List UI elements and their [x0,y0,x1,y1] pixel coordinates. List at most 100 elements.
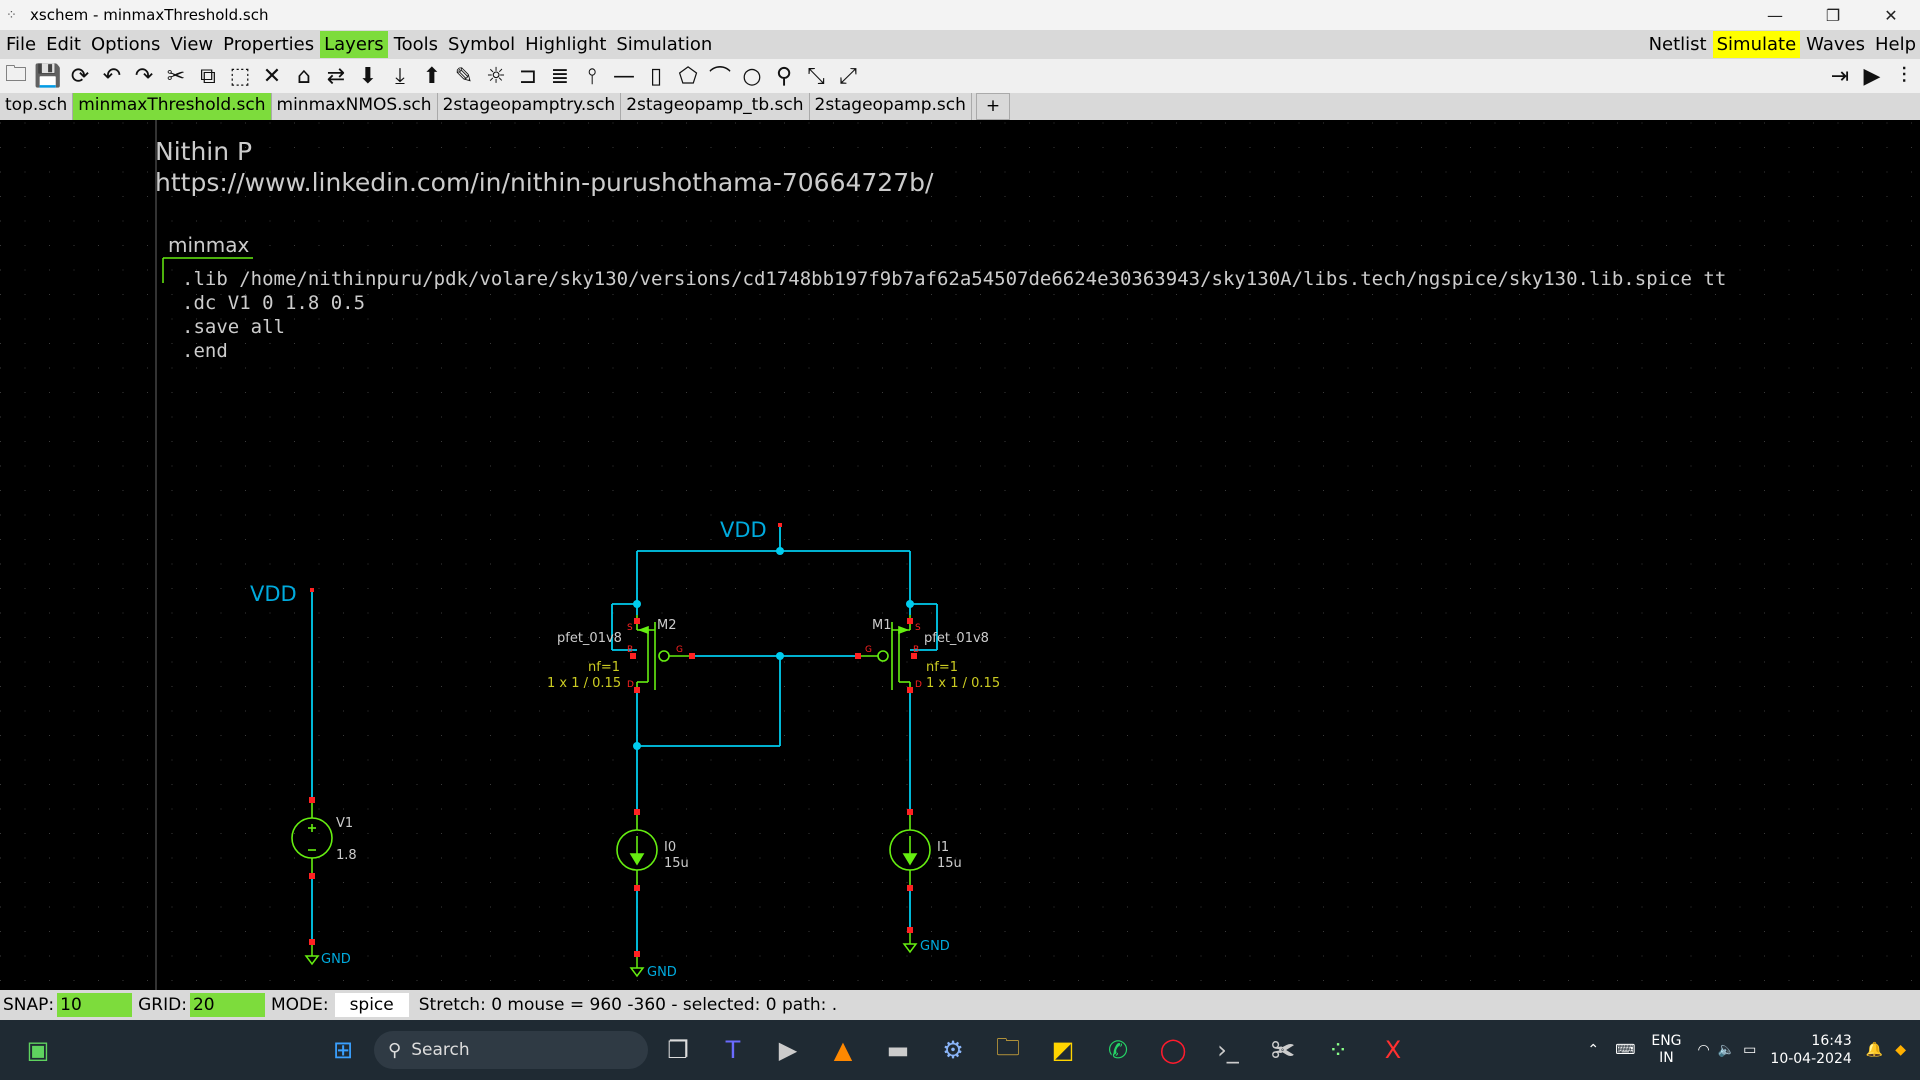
wire-icon[interactable]: ✎ [448,60,480,92]
language-indicator[interactable]: ENG IN [1651,1033,1681,1067]
zoom-fit-icon[interactable]: ⤢ [832,60,864,92]
cut-icon[interactable]: ✂ [160,60,192,92]
pin-icon[interactable]: ⫯ [576,60,608,92]
notification-bell-icon[interactable]: 🔔 [1866,1042,1883,1058]
arc-icon[interactable]: ⌒ [704,60,736,92]
tab-minmaxnmos[interactable]: minmaxNMOS.sch [271,93,438,120]
waves-icon[interactable]: ⫶ [1888,60,1920,92]
volume-icon[interactable]: 🔈 [1718,1042,1735,1058]
highlight-icon[interactable]: ☼ [480,60,512,92]
menu-highlight[interactable]: Highlight [521,31,610,58]
copilot-icon[interactable]: ◆ [1895,1042,1906,1058]
label-icon[interactable]: ⊐ [512,60,544,92]
clock[interactable]: 16:43 10-04-2024 [1770,1032,1851,1068]
search-box[interactable]: ⚲ Search [374,1031,648,1069]
wsl-terminal-icon[interactable]: ›_ [1210,1032,1246,1068]
schematic-canvas[interactable]: Nithin P https://www.linkedin.com/in/nit… [0,120,1920,990]
menu-edit[interactable]: Edit [42,31,85,58]
restore-button[interactable]: ❐ [1804,0,1862,30]
tab-2stageopamp-tb[interactable]: 2stageopamp_tb.sch [621,93,810,120]
close-button[interactable]: ✕ [1862,0,1920,30]
grid-label: GRID: [138,995,187,1015]
menu-properties[interactable]: Properties [219,31,318,58]
open-icon[interactable]: 🗀 [0,60,32,92]
widgets-icon[interactable]: ▣ [20,1032,56,1068]
start-icon[interactable]: ⊞ [325,1032,361,1068]
tab-2stageopamptry[interactable]: 2stageopamptry.sch [437,93,622,120]
menu-view[interactable]: View [166,31,217,58]
code-line: .save all [182,316,285,338]
netlist-icon[interactable]: ⇥ [1824,60,1856,92]
mode-value[interactable]: spice [334,993,409,1017]
menu-symbol[interactable]: Symbol [444,31,519,58]
toolbar: 🗀 💾 ⟳ ↶ ↷ ✂ ⧉ ⬚ ✕ ⌂ ⇄ ⬇ ⤓ ⬆ ✎ ☼ ⊐ ≣ ⫯ — … [0,59,1920,93]
settings-icon[interactable]: ⚙ [935,1032,971,1068]
menu-file[interactable]: File [2,31,40,58]
snipping-tool-icon[interactable]: ✀ [1265,1032,1301,1068]
tab-top[interactable]: top.sch [0,93,74,120]
media-player-icon[interactable]: ▶ [770,1032,806,1068]
copy-icon[interactable]: ⧉ [192,60,224,92]
m2-name: M2 [657,618,677,633]
vdd-label[interactable]: VDD [250,582,297,606]
opera-icon[interactable]: ◯ [1155,1032,1191,1068]
undo-icon[interactable]: ↶ [96,60,128,92]
i1-name: I1 [937,840,949,855]
new-tab-button[interactable]: + [975,93,1011,120]
xlaunch-icon[interactable]: X [1375,1032,1411,1068]
file-explorer-icon[interactable]: 🗀 [990,1032,1026,1068]
wifi-icon[interactable]: ◠ [1698,1042,1710,1058]
m1-name: M1 [872,618,892,633]
tab-2stageopamp[interactable]: 2stageopamp.sch [809,93,972,120]
waves-button[interactable]: Waves [1802,31,1869,58]
svg-text:G: G [865,645,872,655]
sticky-notes-icon[interactable]: ◩ [1045,1032,1081,1068]
redo-icon[interactable]: ↷ [128,60,160,92]
task-view-icon[interactable]: ❐ [660,1032,696,1068]
line-icon[interactable]: — [608,60,640,92]
code-line: .dc V1 0 1.8 0.5 [182,292,365,314]
v1-name: V1 [336,816,353,831]
simulate-button[interactable]: Simulate [1712,31,1801,58]
save-icon[interactable]: 💾 [32,60,64,92]
svg-text:S: S [627,623,633,633]
text-align-icon[interactable]: ≣ [544,60,576,92]
menu-options[interactable]: Options [87,31,164,58]
tab-minmaxthreshold[interactable]: minmaxThreshold.sch [73,93,272,120]
snap-input[interactable]: 10 [57,993,133,1017]
descend-icon[interactable]: ⬇ [352,60,384,92]
run-icon[interactable]: ▶ [1856,60,1888,92]
move-icon[interactable]: ⇄ [320,60,352,92]
minimize-button[interactable]: — [1746,0,1804,30]
rect-icon[interactable]: ▯ [640,60,672,92]
paste-icon[interactable]: ⬚ [224,60,256,92]
circle-icon[interactable]: ○ [736,60,768,92]
chevron-up-icon[interactable]: ⌃ [1587,1042,1599,1058]
gnd-label: GND [321,952,351,967]
zoom-icon[interactable]: ⚲ [768,60,800,92]
whatsapp-icon[interactable]: ✆ [1100,1032,1136,1068]
menu-tools[interactable]: Tools [390,31,442,58]
code-line: .end [182,340,228,362]
svg-text:B: B [913,645,919,655]
netlist-button[interactable]: Netlist [1645,31,1711,58]
schematic-drawing[interactable]: Nithin P https://www.linkedin.com/in/nit… [0,120,1920,990]
teams-icon[interactable]: T [715,1032,751,1068]
polygon-icon[interactable]: ⬠ [672,60,704,92]
vdd-label[interactable]: VDD [720,518,767,542]
zoom-full-icon[interactable]: ⤡ [800,60,832,92]
xschem-taskbar-icon[interactable]: ⁘ [1320,1032,1356,1068]
delete-icon[interactable]: ✕ [256,60,288,92]
grid-input[interactable]: 20 [189,993,265,1017]
descend-symbol-icon[interactable]: ⤓ [384,60,416,92]
go-up-icon[interactable]: ⬆ [416,60,448,92]
reload-icon[interactable]: ⟳ [64,60,96,92]
insert-symbol-icon[interactable]: ⌂ [288,60,320,92]
menu-simulation[interactable]: Simulation [612,31,716,58]
keyboard-icon[interactable]: ⌨ [1615,1042,1635,1058]
battery-icon[interactable]: ▭ [1743,1042,1756,1058]
vlc-icon[interactable]: ▲ [825,1032,861,1068]
menu-help[interactable]: Help [1871,31,1920,58]
menu-layers[interactable]: Layers [320,31,388,58]
terminal-icon[interactable]: ▬ [880,1032,916,1068]
